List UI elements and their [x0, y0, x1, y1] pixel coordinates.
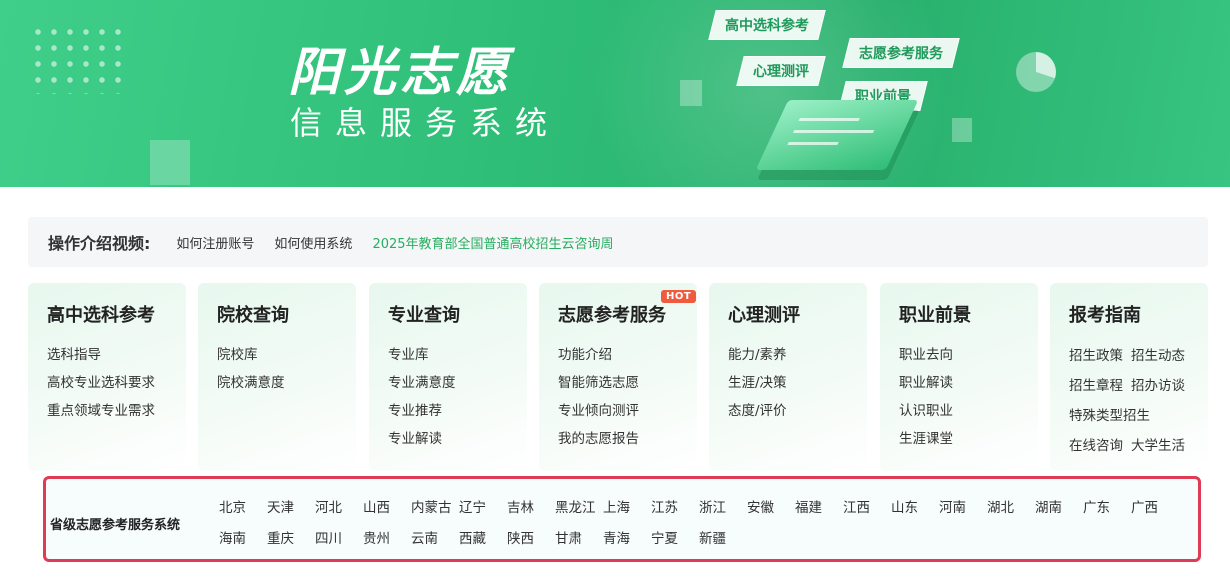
guide-row: 招生章程 招办访谈: [1069, 371, 1208, 401]
banner-tag: 志愿参考服务: [842, 38, 960, 68]
province-link[interactable]: 云南: [411, 528, 459, 551]
intro-link-consult-week[interactable]: 2025年教育部全国普通高校招生云咨询周: [372, 233, 613, 252]
banner-tag: 心理测评: [736, 56, 826, 86]
card-link[interactable]: 招生章程: [1069, 371, 1123, 401]
card-title[interactable]: 高中选科参考: [47, 301, 186, 327]
card-title[interactable]: 职业前景: [899, 301, 1038, 327]
province-link[interactable]: 吉林: [507, 497, 555, 520]
card-link[interactable]: 专业倾向测评: [558, 397, 697, 425]
card-link[interactable]: 专业库: [388, 341, 527, 369]
province-link[interactable]: 青海: [603, 528, 651, 551]
card-link[interactable]: 我的志愿报告: [558, 425, 697, 453]
card-link[interactable]: 招生动态: [1131, 341, 1185, 371]
banner-tag: 高中选科参考: [708, 10, 826, 40]
intro-link-usage[interactable]: 如何使用系统: [274, 233, 352, 252]
card-link[interactable]: 重点领域专业需求: [47, 397, 186, 425]
card-link[interactable]: 职业解读: [899, 369, 1038, 397]
province-link[interactable]: 江西: [843, 497, 891, 520]
province-link[interactable]: 湖南: [1035, 497, 1083, 520]
cube-decoration: [150, 140, 190, 185]
province-link[interactable]: 陕西: [507, 528, 555, 551]
card-link[interactable]: 生涯/决策: [728, 369, 867, 397]
card-application-service: HOT 志愿参考服务 功能介绍 智能筛选志愿 专业倾向测评 我的志愿报告: [539, 283, 697, 471]
province-link[interactable]: 北京: [219, 497, 267, 520]
card-link[interactable]: 特殊类型招生: [1069, 401, 1150, 431]
province-link[interactable]: 新疆: [699, 528, 747, 551]
province-link[interactable]: 内蒙古: [411, 497, 459, 520]
province-link[interactable]: 安徽: [747, 497, 795, 520]
card-major-search: 专业查询 专业库 专业满意度 专业推荐 专业解读: [369, 283, 527, 471]
card-subject-selection: 高中选科参考 选科指导 高校专业选科要求 重点领域专业需求: [28, 283, 186, 471]
cube-decoration: [680, 80, 702, 106]
province-link[interactable]: 西藏: [459, 528, 507, 551]
card-link[interactable]: 职业去向: [899, 341, 1038, 369]
card-link[interactable]: 高校专业选科要求: [47, 369, 186, 397]
card-link[interactable]: 专业满意度: [388, 369, 527, 397]
card-link[interactable]: 态度/评价: [728, 397, 867, 425]
province-link[interactable]: 江苏: [651, 497, 699, 520]
cube-decoration: [952, 118, 972, 142]
card-link[interactable]: 大学生活: [1131, 431, 1185, 461]
dot-pattern-decoration: [30, 24, 130, 94]
province-list: 北京 天津 河北 山西 内蒙古 辽宁 吉林 黑龙江 上海 江苏 浙江 安徽 福建…: [219, 497, 1199, 551]
card-link[interactable]: 院校满意度: [217, 369, 356, 397]
guide-row: 在线咨询 大学生活: [1069, 431, 1208, 461]
intro-label: 操作介绍视频:: [48, 234, 151, 253]
province-link[interactable]: 辽宁: [459, 497, 507, 520]
province-link[interactable]: 山东: [891, 497, 939, 520]
province-link[interactable]: 河北: [315, 497, 363, 520]
card-link[interactable]: 选科指导: [47, 341, 186, 369]
guide-row: 特殊类型招生: [1069, 401, 1208, 431]
card-link[interactable]: 院校库: [217, 341, 356, 369]
province-link[interactable]: 湖北: [987, 497, 1035, 520]
province-link[interactable]: 山西: [363, 497, 411, 520]
card-title[interactable]: 院校查询: [217, 301, 356, 327]
intro-link-register[interactable]: 如何注册账号: [176, 233, 254, 252]
card-school-search: 院校查询 院校库 院校满意度: [198, 283, 356, 471]
province-link[interactable]: 河南: [939, 497, 987, 520]
province-link[interactable]: 贵州: [363, 528, 411, 551]
province-link[interactable]: 重庆: [267, 528, 315, 551]
province-link[interactable]: 广西: [1131, 497, 1179, 520]
card-career-outlook: 职业前景 职业去向 职业解读 认识职业 生涯课堂: [880, 283, 1038, 471]
card-title[interactable]: 志愿参考服务: [558, 301, 697, 327]
province-link[interactable]: 四川: [315, 528, 363, 551]
hot-badge: HOT: [661, 290, 697, 303]
province-link[interactable]: 广东: [1083, 497, 1131, 520]
card-title[interactable]: 报考指南: [1069, 301, 1208, 327]
province-link[interactable]: 甘肃: [555, 528, 603, 551]
province-panel-title: 省级志愿参考服务系统: [50, 518, 181, 533]
card-link[interactable]: 招办访谈: [1131, 371, 1185, 401]
service-cards: 高中选科参考 选科指导 高校专业选科要求 重点领域专业需求 院校查询 院校库 院…: [28, 283, 1208, 471]
hero-banner: 阳光志愿 信息服务系统 高中选科参考 志愿参考服务 心理测评 职业前景: [0, 0, 1230, 187]
province-link[interactable]: 上海: [603, 497, 651, 520]
province-link[interactable]: 天津: [267, 497, 315, 520]
card-link[interactable]: 能力/素养: [728, 341, 867, 369]
card-title[interactable]: 专业查询: [388, 301, 527, 327]
card-application-guide: 报考指南 招生政策 招生动态 招生章程 招办访谈 特殊类型招生 在线咨询 大学生…: [1050, 283, 1208, 471]
guide-row: 招生政策 招生动态: [1069, 341, 1208, 371]
province-link[interactable]: 海南: [219, 528, 267, 551]
province-link[interactable]: 宁夏: [651, 528, 699, 551]
card-link[interactable]: 生涯课堂: [899, 425, 1038, 453]
province-system-panel: 省级志愿参考服务系统 北京 天津 河北 山西 内蒙古 辽宁 吉林 黑龙江 上海 …: [43, 476, 1201, 562]
province-link[interactable]: 福建: [795, 497, 843, 520]
intro-video-bar: 操作介绍视频: 如何注册账号 如何使用系统 2025年教育部全国普通高校招生云咨…: [28, 217, 1208, 267]
card-link[interactable]: 认识职业: [899, 397, 1038, 425]
card-psych-test: 心理测评 能力/素养 生涯/决策 态度/评价: [709, 283, 867, 471]
pie-chart-icon: [1016, 52, 1056, 92]
card-link[interactable]: 招生政策: [1069, 341, 1123, 371]
card-title[interactable]: 心理测评: [728, 301, 867, 327]
card-link[interactable]: 专业解读: [388, 425, 527, 453]
card-link[interactable]: 专业推荐: [388, 397, 527, 425]
card-link[interactable]: 在线咨询: [1069, 431, 1123, 461]
brand-title: 阳光志愿: [288, 43, 513, 103]
province-link[interactable]: 浙江: [699, 497, 747, 520]
brand-subtitle: 信息服务系统: [290, 104, 561, 142]
card-link[interactable]: 功能介绍: [558, 341, 697, 369]
province-link[interactable]: 黑龙江: [555, 497, 603, 520]
card-link[interactable]: 智能筛选志愿: [558, 369, 697, 397]
